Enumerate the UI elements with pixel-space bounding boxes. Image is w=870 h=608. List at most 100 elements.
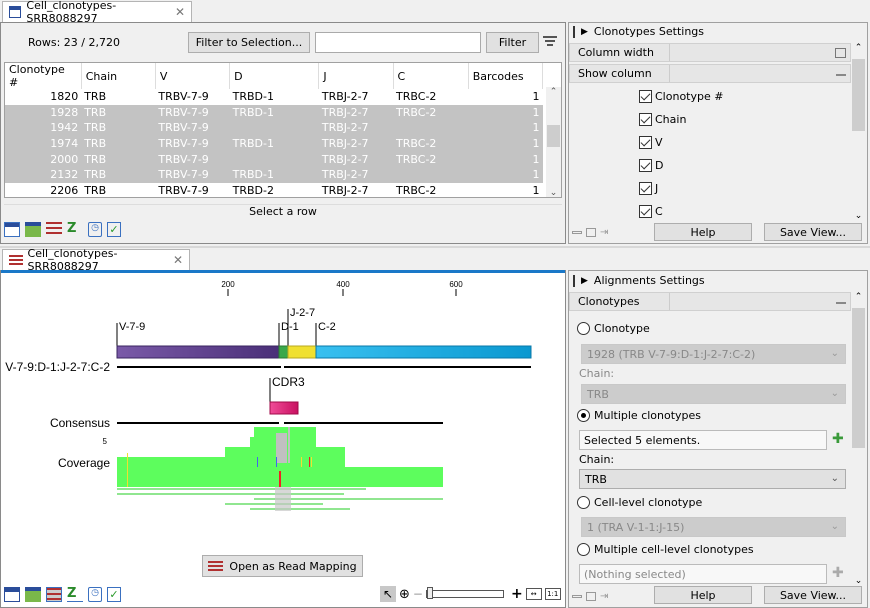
close-icon[interactable]: ✕ bbox=[173, 253, 183, 267]
scroll-down-icon[interactable]: ⌄ bbox=[546, 188, 561, 197]
filter-input[interactable] bbox=[315, 32, 481, 53]
fit-width-icon[interactable]: ↔ bbox=[525, 588, 542, 600]
col-header-barcodes[interactable]: Barcodes bbox=[468, 63, 544, 89]
checkbox[interactable] bbox=[639, 90, 652, 103]
scroll-thumb[interactable] bbox=[852, 59, 865, 131]
selection-mode-icon[interactable]: ↖ bbox=[380, 586, 396, 602]
chain-select[interactable]: TRB ⌄ bbox=[579, 469, 846, 489]
col-header-clonotype[interactable]: Clonotype # bbox=[5, 63, 82, 89]
graph-view-icon[interactable]: Z bbox=[67, 587, 83, 602]
table-row[interactable]: 2206 TRB TRBV-7-9 TRBD-2 TRBJ-2-7 TRBC-2 1 bbox=[5, 182, 543, 197]
alignment-view-icon[interactable] bbox=[46, 587, 62, 602]
folder-icon[interactable] bbox=[586, 592, 596, 601]
checkbox[interactable] bbox=[639, 205, 652, 218]
minimize-icon[interactable] bbox=[572, 231, 582, 234]
scroll-up-icon[interactable]: ⌃ bbox=[851, 292, 866, 302]
table-row[interactable]: 1928 TRB TRBV-7-9 TRBD-1 TRBJ-2-7 TRBC-2 1 bbox=[5, 104, 543, 121]
clonotype-radio[interactable]: Clonotype bbox=[577, 322, 650, 335]
scroll-up-icon[interactable]: ⌃ bbox=[546, 87, 561, 97]
table-view-icon[interactable] bbox=[4, 222, 20, 237]
show-column-checkbox[interactable]: C bbox=[639, 205, 663, 218]
cdr3-bar[interactable] bbox=[269, 401, 299, 415]
col-header-c[interactable]: C bbox=[393, 63, 469, 89]
cell-table-view-icon[interactable] bbox=[25, 222, 41, 237]
multiple-clonotypes-field[interactable]: Selected 5 elements. bbox=[579, 430, 827, 450]
show-column-checkbox[interactable]: D bbox=[639, 159, 663, 172]
alignment-view-icon[interactable] bbox=[46, 222, 62, 237]
c-gene-bar[interactable] bbox=[315, 345, 532, 359]
v-gene-bar[interactable] bbox=[116, 345, 280, 359]
table-row[interactable]: 2000 TRB TRBV-7-9 TRBJ-2-7 TRBC-2 1 bbox=[5, 151, 543, 167]
col-header-j[interactable]: J bbox=[318, 63, 394, 89]
alignments-settings-header[interactable]: ▶ Alignments Settings bbox=[573, 274, 705, 287]
graph-view-icon[interactable]: Z bbox=[67, 222, 83, 237]
top-editor-tab[interactable]: Cell_clonotypes-SRR8088297 ✕ bbox=[2, 0, 192, 25]
folder-icon[interactable] bbox=[835, 48, 846, 58]
collapse-arrow-icon[interactable]: ▶ bbox=[581, 27, 588, 37]
help-button[interactable]: Help bbox=[654, 223, 752, 241]
radio-button[interactable] bbox=[577, 409, 590, 422]
clonotypes-section[interactable]: Clonotypes bbox=[569, 292, 851, 311]
dock-icon[interactable]: ⇥ bbox=[600, 227, 608, 238]
filter-button[interactable]: Filter bbox=[486, 32, 539, 53]
scroll-down-icon[interactable]: ⌄ bbox=[851, 211, 866, 221]
dock-icon[interactable]: ⇥ bbox=[600, 591, 608, 602]
save-view-button[interactable]: Save View... bbox=[764, 586, 862, 604]
folder-icon[interactable] bbox=[586, 228, 596, 237]
add-icon[interactable]: ✚ bbox=[832, 431, 844, 447]
collapse-arrow-icon[interactable]: ▶ bbox=[581, 276, 588, 286]
radio-button[interactable] bbox=[577, 543, 590, 556]
show-column-checkbox[interactable]: V bbox=[639, 136, 663, 149]
scroll-thumb[interactable] bbox=[547, 125, 560, 147]
minimize-icon[interactable] bbox=[572, 595, 582, 598]
radio-button[interactable] bbox=[577, 496, 590, 509]
save-view-button[interactable]: Save View... bbox=[764, 223, 862, 241]
cell-level-clonotype-select[interactable]: 1 (TRA V-1-1:J-15) ⌄ bbox=[581, 517, 846, 537]
checkbox[interactable] bbox=[639, 159, 652, 172]
alignments-settings-scrollbar[interactable]: ⌃ ⌄ bbox=[851, 292, 866, 586]
multiple-cell-level-field[interactable]: (Nothing selected) bbox=[579, 564, 827, 584]
zoom-slider[interactable] bbox=[425, 587, 504, 599]
cell-level-clonotype-radio[interactable]: Cell-level clonotype bbox=[577, 496, 702, 509]
checkbox[interactable] bbox=[639, 113, 652, 126]
zoom-in-icon[interactable]: + bbox=[511, 586, 523, 602]
j-gene-bar[interactable] bbox=[287, 345, 317, 359]
validate-icon[interactable]: ✓ bbox=[107, 222, 121, 237]
table-row[interactable]: 1974 TRB TRBV-7-9 TRBD-1 TRBJ-2-7 TRBC-2 1 bbox=[5, 135, 543, 152]
multiple-cell-level-clonotypes-radio[interactable]: Multiple cell-level clonotypes bbox=[577, 543, 754, 556]
table-row[interactable]: 1942 TRB TRBV-7-9 TRBJ-2-7 1 bbox=[5, 120, 543, 136]
column-width-section[interactable]: Column width bbox=[569, 43, 851, 62]
col-header-chain[interactable]: Chain bbox=[81, 63, 156, 89]
filter-to-selection-button[interactable]: Filter to Selection... bbox=[188, 32, 310, 53]
show-column-checkbox[interactable]: Chain bbox=[639, 113, 686, 126]
cell-table-view-icon[interactable] bbox=[25, 587, 41, 602]
col-header-v[interactable]: V bbox=[155, 63, 231, 89]
table-row[interactable]: 1820 TRB TRBV-7-9 TRBD-1 TRBJ-2-7 TRBC-2 1 bbox=[5, 89, 543, 105]
table-row[interactable]: 2132 TRB TRBV-7-9 TRBD-1 TRBJ-2-7 1 bbox=[5, 166, 543, 183]
table-view-icon[interactable] bbox=[4, 587, 20, 602]
collapse-section-icon[interactable] bbox=[836, 302, 846, 304]
show-column-checkbox[interactable]: J bbox=[639, 182, 658, 195]
close-icon[interactable]: ✕ bbox=[175, 5, 185, 19]
zoom-100-icon[interactable]: 1:1 bbox=[544, 588, 561, 600]
alignment-canvas[interactable]: 200 400 600 V-7-9 D-1 J-2-7 C-2 V-7-9:D-… bbox=[1, 273, 565, 548]
add-icon[interactable]: ✚ bbox=[832, 565, 844, 581]
bottom-editor-tab[interactable]: Cell_clonotypes-SRR8088297 ✕ bbox=[2, 247, 190, 273]
multiple-clonotypes-radio[interactable]: Multiple clonotypes bbox=[577, 409, 701, 422]
checkbox[interactable] bbox=[639, 182, 652, 195]
zoom-out-icon[interactable]: − bbox=[413, 587, 423, 601]
d-gene-bar[interactable] bbox=[278, 345, 289, 359]
clonotypes-settings-header[interactable]: ▶ Clonotypes Settings bbox=[573, 25, 704, 38]
zoom-in-mode-icon[interactable]: ⊕ bbox=[399, 587, 410, 602]
settings-scrollbar[interactable]: ⌃ ⌄ bbox=[851, 43, 866, 221]
radio-button[interactable] bbox=[577, 322, 590, 335]
scroll-thumb[interactable] bbox=[852, 308, 865, 448]
history-view-icon[interactable]: ◷ bbox=[88, 222, 102, 237]
help-button[interactable]: Help bbox=[654, 586, 752, 604]
show-column-checkbox[interactable]: Clonotype # bbox=[639, 90, 723, 103]
zoom-slider-thumb[interactable] bbox=[426, 587, 433, 599]
scroll-down-icon[interactable]: ⌄ bbox=[851, 576, 866, 586]
clonotype-select[interactable]: 1928 (TRB V-7-9:D-1:J-2-7:C-2) ⌄ bbox=[581, 344, 846, 364]
col-header-d[interactable]: D bbox=[229, 63, 320, 89]
chain-select-disabled[interactable]: TRB ⌄ bbox=[581, 384, 846, 404]
